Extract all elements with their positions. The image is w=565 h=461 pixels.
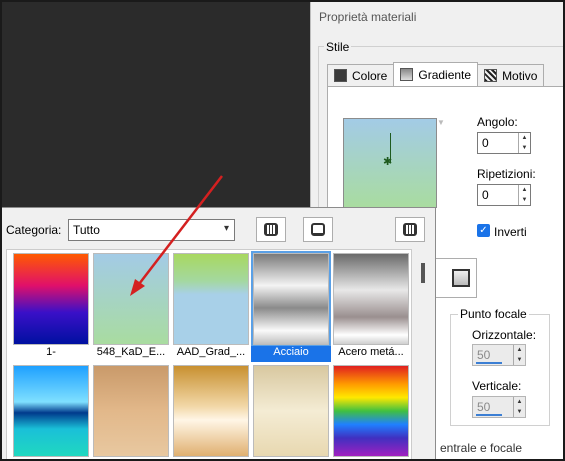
style-group-label: Stile — [324, 40, 352, 54]
gradient-swatch[interactable] — [333, 365, 409, 457]
view-options-button[interactable] — [395, 217, 425, 242]
gradient-tile[interactable]: 548_KaD_E... — [93, 253, 169, 358]
gradient-name: 1- — [46, 346, 56, 358]
gradient-tile[interactable] — [13, 365, 89, 457]
gradient-grid-scrollbar[interactable] — [415, 249, 435, 461]
grid-view-icon — [403, 223, 417, 236]
gradient-name: Acciaio — [251, 346, 331, 362]
orizzontale-label: Orizzontale: — [472, 328, 537, 342]
resource-manager-button[interactable] — [256, 217, 286, 242]
square-icon — [452, 269, 470, 287]
tab-colore-label: Colore — [352, 68, 388, 83]
tab-motivo-label: Motivo — [502, 68, 538, 83]
focal-point-label: Punto focale — [458, 307, 529, 321]
tab-motivo[interactable]: Motivo — [477, 64, 545, 86]
angolo-value[interactable]: 0 — [478, 133, 518, 153]
orizzontale-down-icon[interactable]: ▼ — [514, 355, 525, 365]
chevron-down-icon: ▾ — [223, 223, 229, 234]
angolo-stepper[interactable]: 0 ▲ ▼ — [477, 132, 531, 154]
gradient-swatch[interactable] — [251, 251, 331, 347]
gradient-swatch[interactable] — [173, 253, 249, 345]
ripetizioni-down-icon[interactable]: ▼ — [519, 195, 530, 205]
motivo-icon — [484, 69, 498, 82]
tab-colore[interactable]: Colore — [327, 64, 395, 86]
category-value: Tutto — [73, 223, 100, 237]
ripetizioni-stepper[interactable]: 0 ▲ ▼ — [477, 184, 531, 206]
gradient-preview[interactable]: ✱ — [343, 118, 437, 208]
gradient-name: 548_KaD_E... — [96, 346, 166, 358]
angolo-down-icon[interactable]: ▼ — [519, 143, 530, 153]
gradient-grid: 1- 548_KaD_E... AAD_Grad_... Acciaio Ace… — [6, 249, 412, 461]
library-icon — [264, 223, 278, 236]
style-tabs: Colore Gradiente Motivo — [327, 62, 545, 86]
gradient-tile[interactable] — [173, 365, 249, 457]
tab-gradiente-label: Gradiente — [418, 67, 472, 82]
preview-dropdown-icon[interactable]: ▼ — [437, 118, 447, 208]
gradient-swatch[interactable] — [173, 365, 249, 457]
gradient-tile[interactable] — [253, 365, 329, 457]
scrollbar-thumb[interactable] — [421, 263, 425, 283]
verticale-stepper[interactable]: 50 ▲ ▼ — [472, 396, 526, 418]
ripetizioni-label: Ripetizioni: — [477, 167, 536, 181]
gradient-tile[interactable]: Acero metá... — [333, 253, 409, 358]
gradient-name: AAD_Grad_... — [176, 346, 246, 358]
gradient-tile[interactable]: 1- — [13, 253, 89, 358]
gradient-swatch[interactable] — [13, 365, 89, 457]
gradient-tile[interactable]: AAD_Grad_... — [173, 253, 249, 358]
gradient-tile[interactable] — [93, 365, 169, 457]
dialog-title: Proprietà materiali — [319, 10, 417, 24]
tab-gradiente[interactable]: Gradiente — [393, 62, 479, 86]
colore-icon — [334, 69, 347, 82]
gradient-name: Acero metá... — [338, 346, 404, 358]
ripetizioni-up-icon[interactable]: ▲ — [519, 185, 530, 195]
gradient-swatch[interactable] — [253, 365, 329, 457]
category-select[interactable]: Tutto ▾ — [68, 219, 235, 241]
verticale-down-icon[interactable]: ▼ — [514, 407, 525, 417]
gradient-swatch[interactable] — [13, 253, 89, 345]
verticale-up-icon[interactable]: ▲ — [514, 397, 525, 407]
orizzontale-slider-bar[interactable] — [476, 362, 502, 364]
save-icon — [311, 223, 325, 236]
save-preset-button[interactable] — [303, 217, 333, 242]
angolo-label: Angolo: — [477, 115, 518, 129]
center-focal-partial-label: entrale e focale — [440, 441, 523, 455]
inverti-label: Inverti — [494, 225, 527, 239]
gradient-tile[interactable] — [333, 365, 409, 457]
orizzontale-up-icon[interactable]: ▲ — [514, 345, 525, 355]
orizzontale-stepper[interactable]: 50 ▲ ▼ — [472, 344, 526, 366]
gradient-center-marker[interactable]: ✱ — [383, 157, 392, 168]
category-label: Categoria: — [6, 223, 62, 237]
gradient-swatch[interactable] — [93, 253, 169, 345]
ripetizioni-value[interactable]: 0 — [478, 185, 518, 205]
gradient-swatch[interactable] — [93, 365, 169, 457]
gradiente-icon — [400, 68, 414, 81]
gradient-picker-panel: Categoria: Tutto ▾ 1- 548_KaD_E... AAD_G… — [0, 207, 436, 461]
gradient-tile-selected[interactable]: Acciaio — [251, 251, 331, 362]
inverti-checkbox[interactable]: ✓ — [477, 224, 490, 237]
verticale-label: Verticale: — [472, 379, 522, 393]
link-center-focal-button[interactable] — [433, 258, 477, 298]
verticale-slider-bar[interactable] — [476, 414, 502, 416]
angolo-up-icon[interactable]: ▲ — [519, 133, 530, 143]
gradient-swatch[interactable] — [333, 253, 409, 345]
